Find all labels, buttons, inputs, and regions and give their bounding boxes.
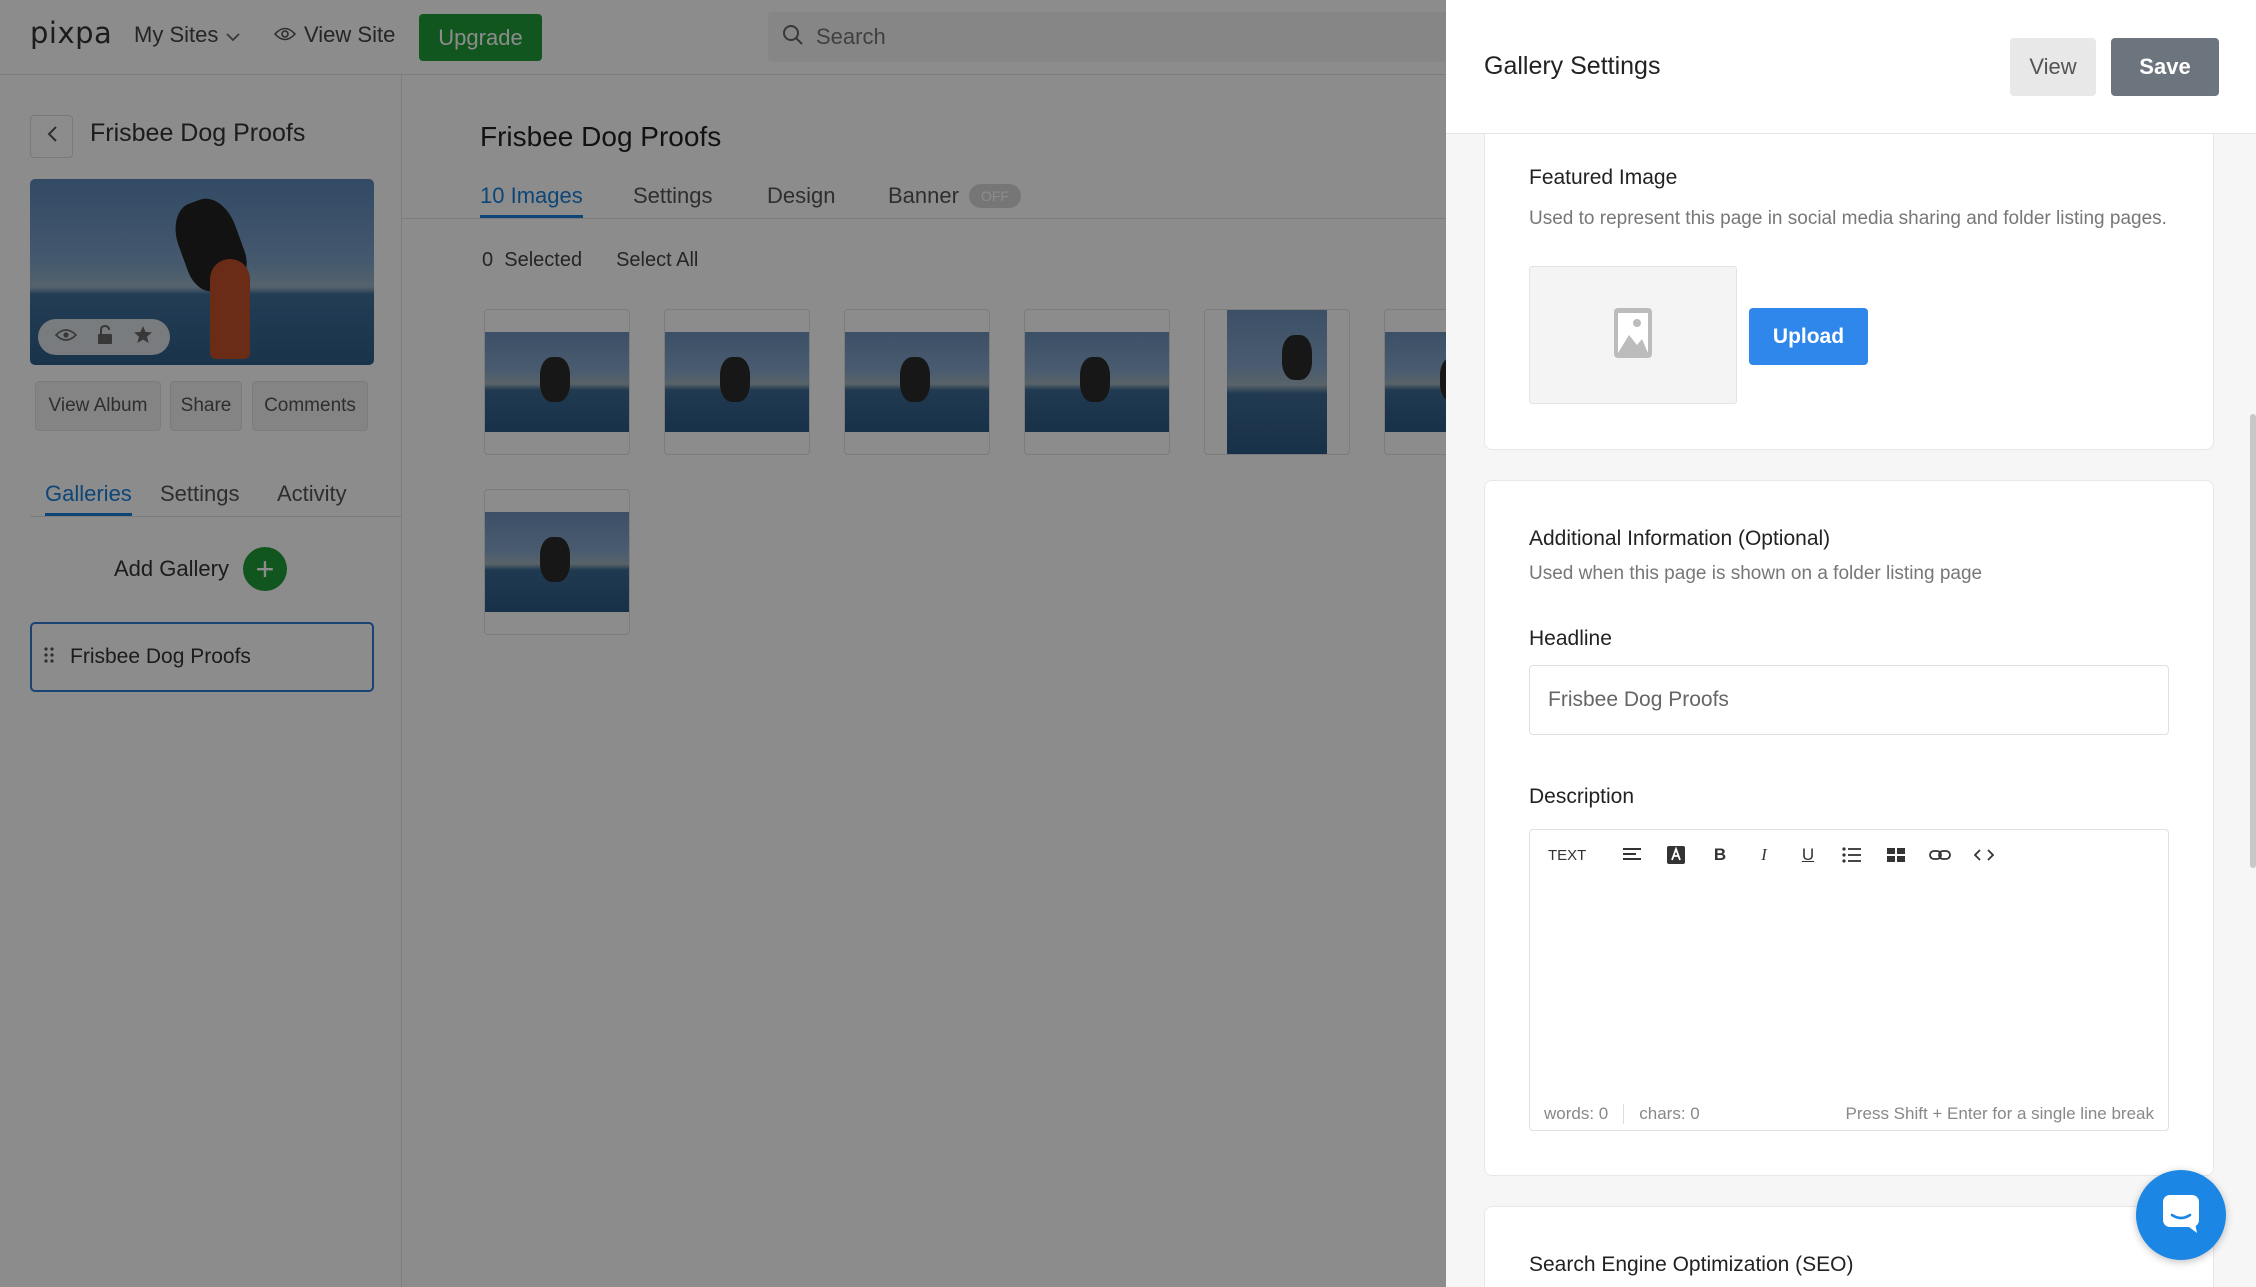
footer-divider [1623, 1104, 1625, 1124]
description-editor[interactable]: TEXT B I U words: 0 chars: 0 Press Shift… [1529, 829, 2169, 1131]
editor-toolbar: TEXT B I U [1530, 842, 2006, 868]
additional-info-title: Additional Information (Optional) [1529, 527, 1831, 550]
featured-image-desc: Used to represent this page in social me… [1529, 208, 2167, 229]
line-break-hint: Press Shift + Enter for a single line br… [1845, 1104, 2154, 1123]
image-placeholder-icon [1613, 307, 1653, 364]
view-button[interactable]: View [2010, 38, 2096, 96]
chat-icon [2161, 1193, 2201, 1238]
gallery-settings-panel: Gallery Settings View Save Featured Imag… [1446, 0, 2256, 1287]
upload-button[interactable]: Upload [1749, 308, 1868, 365]
bold-icon[interactable]: B [1698, 842, 1742, 868]
headline-input[interactable] [1529, 665, 2169, 735]
editor-footer: words: 0 chars: 0 Press Shift + Enter fo… [1544, 1100, 2154, 1128]
char-count: chars: 0 [1639, 1104, 1700, 1123]
table-icon[interactable] [1874, 842, 1918, 868]
additional-info-desc: Used when this page is shown on a folder… [1529, 563, 1983, 584]
panel-header: Gallery Settings View Save [1446, 0, 2256, 134]
italic-icon[interactable]: I [1742, 842, 1786, 868]
featured-image-placeholder[interactable] [1529, 266, 1737, 404]
featured-image-title: Featured Image [1529, 166, 1678, 189]
panel-scrollbar[interactable] [2250, 414, 2256, 868]
featured-image-card: Featured Image Used to represent this pa… [1484, 134, 2214, 450]
chat-support-button[interactable] [2136, 1170, 2226, 1260]
description-label: Description [1529, 785, 1635, 808]
link-icon[interactable] [1918, 842, 1962, 868]
seo-card: Search Engine Optimization (SEO) [1484, 1206, 2214, 1287]
font-color-icon[interactable] [1654, 842, 1698, 868]
text-format-dropdown[interactable]: TEXT [1548, 842, 1610, 868]
seo-title: Search Engine Optimization (SEO) [1529, 1253, 1854, 1276]
align-icon[interactable] [1610, 842, 1654, 868]
headline-label: Headline [1529, 627, 1612, 650]
panel-title: Gallery Settings [1484, 52, 1661, 80]
bullet-list-icon[interactable] [1830, 842, 1874, 868]
modal-backdrop[interactable] [0, 0, 1446, 1287]
additional-info-card: Additional Information (Optional) Used w… [1484, 480, 2214, 1176]
underline-icon[interactable]: U [1786, 842, 1830, 868]
save-button[interactable]: Save [2111, 38, 2219, 96]
code-icon[interactable] [1962, 842, 2006, 868]
word-count: words: 0 [1544, 1104, 1609, 1123]
